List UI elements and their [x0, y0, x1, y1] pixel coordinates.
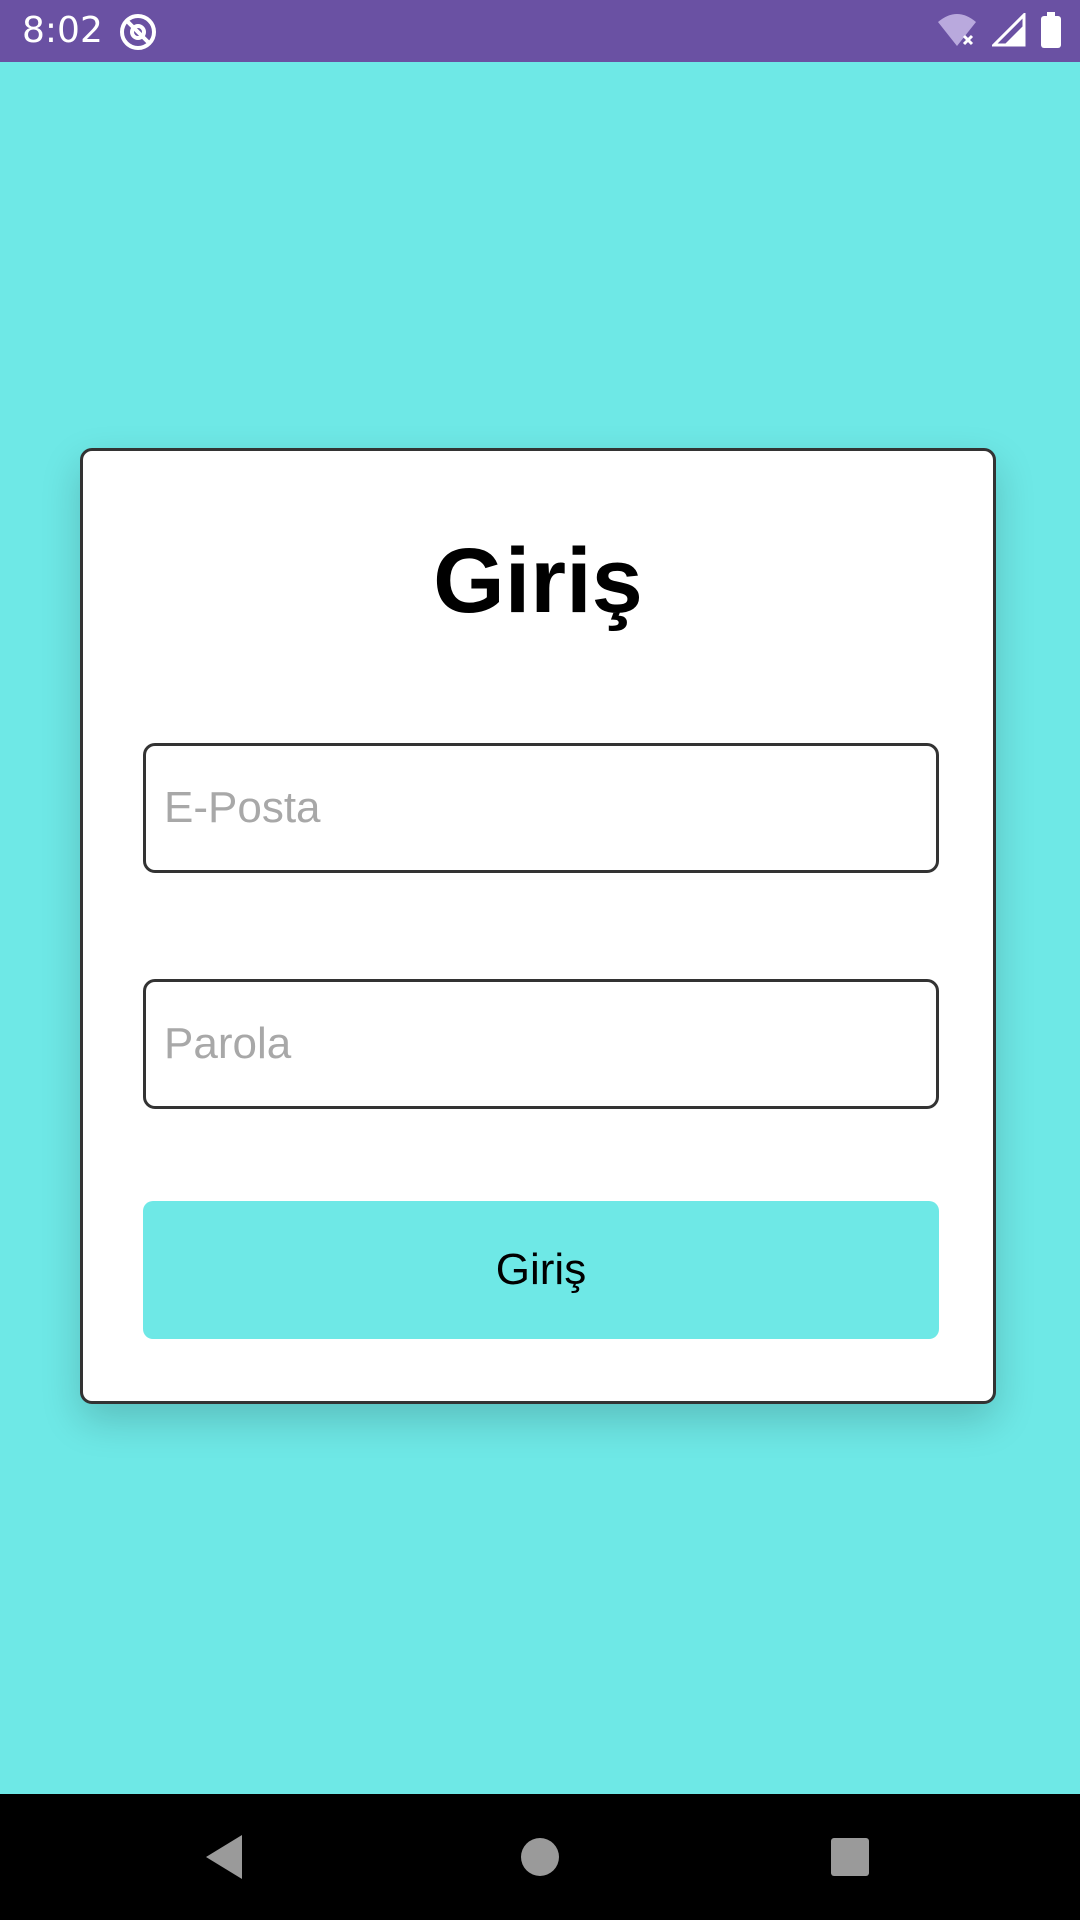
status-time: 8:02 — [22, 10, 103, 51]
login-card: Giriş Giriş — [80, 448, 996, 1404]
email-input[interactable] — [143, 743, 939, 873]
recents-icon[interactable] — [822, 1829, 878, 1885]
at-sign-icon — [118, 12, 158, 52]
back-icon[interactable] — [196, 1829, 252, 1885]
status-bar: 8:02 — [0, 0, 1080, 62]
signal-icon — [990, 10, 1026, 52]
status-icons — [922, 10, 1062, 53]
navigation-bar — [0, 1794, 1080, 1920]
wifi-off-icon — [936, 12, 978, 53]
login-title: Giriş — [433, 530, 643, 632]
password-input[interactable] — [143, 979, 939, 1109]
home-icon[interactable] — [512, 1829, 568, 1885]
battery-icon — [1040, 11, 1062, 53]
login-button[interactable]: Giriş — [143, 1201, 939, 1339]
